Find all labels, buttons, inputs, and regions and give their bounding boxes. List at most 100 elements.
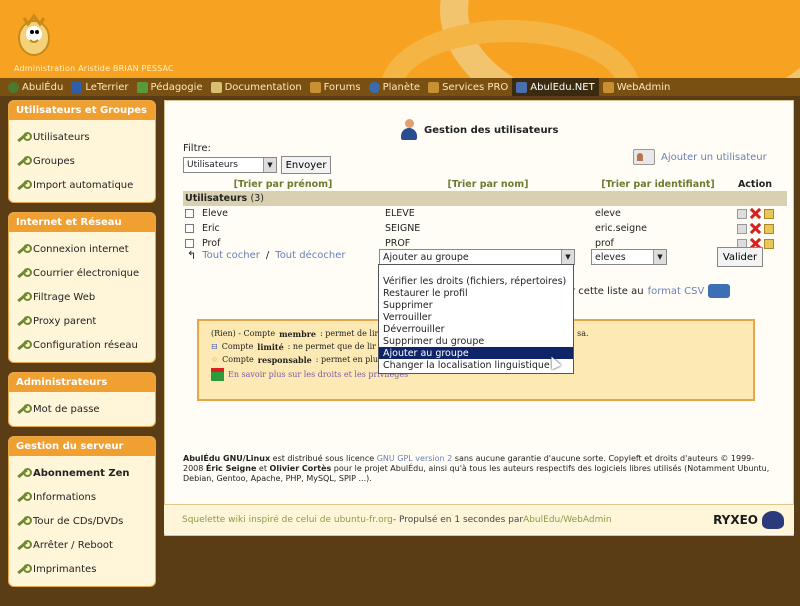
sidebar-section-network: Internet et Réseau Connexion internet Co… (8, 212, 156, 363)
action-header: Action (737, 179, 773, 190)
nav-item-forums[interactable]: Forums (306, 78, 365, 96)
action-select[interactable]: Ajouter au groupe ▼ (379, 249, 575, 265)
sidebar: Utilisateurs et Groupes Utilisateurs Gro… (8, 100, 156, 596)
tools-icon (309, 81, 321, 93)
sidebar-item-abonnement[interactable]: Abonnement Zen (17, 461, 151, 485)
wrench-icon (17, 403, 32, 415)
dropdown-option[interactable]: Déverrouiller (379, 323, 573, 335)
sidebar-item-filtrage[interactable]: Filtrage Web (17, 285, 151, 309)
wrench-icon (17, 315, 32, 327)
nav-item-documentation[interactable]: Documentation (207, 78, 306, 96)
wrench-icon (17, 267, 32, 279)
dropdown-option-selected[interactable]: Ajouter au groupe (379, 347, 573, 359)
gift-icon (211, 367, 224, 381)
validate-button[interactable]: Valider (717, 247, 763, 267)
ryxeo-logo[interactable]: RYXEO (713, 511, 784, 529)
sidebar-item-utilisateurs[interactable]: Utilisateurs (17, 125, 151, 149)
row-checkbox[interactable] (185, 239, 194, 248)
ubuntu-fr-link[interactable]: Squelette wiki inspiré de celui de ubunt… (182, 515, 393, 525)
wrench-icon (17, 339, 32, 351)
sidebar-section-users: Utilisateurs et Groupes Utilisateurs Gro… (8, 100, 156, 203)
sidebar-item-courrier[interactable]: Courrier électronique (17, 261, 151, 285)
page-title: Gestion des utilisateurs (400, 119, 558, 141)
nav-item-abuledu[interactable]: AbulÉdu (4, 78, 67, 96)
csv-export: r cette liste au format CSV (571, 284, 731, 298)
chevron-down-icon: ▼ (263, 158, 276, 172)
bulk-selection: ↰ Tout cocher / Tout décocher (187, 249, 345, 262)
row-checkbox[interactable] (185, 224, 194, 233)
row-checkbox[interactable] (185, 209, 194, 218)
sidebar-item-arreter[interactable]: Arrêter / Reboot (17, 533, 151, 557)
edit-icon[interactable] (763, 208, 774, 219)
wrench-icon (17, 131, 32, 143)
dropdown-option[interactable]: Supprimer du groupe (379, 335, 573, 347)
section-title: Internet et Réseau (9, 213, 155, 232)
sort-by-lastname[interactable]: [Trier par nom] (383, 178, 593, 191)
section-title: Gestion du serveur (9, 437, 155, 456)
table-row: Eric SEIGNE eric.seigne (183, 221, 787, 236)
terrier-icon (71, 81, 83, 93)
export-csv-icon[interactable] (708, 284, 731, 298)
sidebar-item-mot-de-passe[interactable]: Mot de passe (17, 397, 151, 421)
view-icon[interactable] (736, 208, 747, 219)
dropdown-option[interactable]: Vérifier les droits (fichiers, répertoir… (379, 275, 573, 287)
nav-item-services-pro[interactable]: Services PRO (424, 78, 512, 96)
sidebar-item-import[interactable]: Import automatique (17, 173, 151, 197)
check-all-link[interactable]: Tout cocher (202, 250, 260, 261)
gpl-link[interactable]: GNU GPL version 2 (377, 454, 453, 463)
users-table: [Trier par prénom] [Trier par nom] [Trie… (183, 178, 787, 251)
dropdown-option[interactable]: Verrouiller (379, 311, 573, 323)
send-button[interactable]: Envoyer (281, 156, 331, 174)
sidebar-item-imprimantes[interactable]: Imprimantes (17, 557, 151, 581)
table-row: Eleve ELEVE eleve (183, 206, 787, 221)
action-dropdown-list: Vérifier les droits (fichiers, répertoir… (378, 264, 574, 374)
top-nav: AbulÉdu LeTerrier Pédagogie Documentatio… (0, 78, 800, 96)
wrench-icon (17, 467, 32, 479)
filter-select[interactable]: Utilisateurs ▼ (183, 157, 277, 173)
group-target-select[interactable]: eleves ▼ (591, 249, 667, 265)
delete-icon[interactable] (750, 208, 761, 219)
nav-item-pedagogie[interactable]: Pédagogie (133, 78, 207, 96)
add-user-link[interactable]: Ajouter un utilisateur (633, 149, 767, 165)
edit-icon[interactable] (763, 238, 774, 249)
grid-icon (136, 81, 148, 93)
sidebar-item-proxy[interactable]: Proxy parent (17, 309, 151, 333)
abuledu-icon (8, 81, 19, 93)
user-icon (400, 119, 418, 141)
wrench-icon (17, 155, 32, 167)
nav-item-leterrier[interactable]: LeTerrier (67, 78, 132, 96)
section-title: Administrateurs (9, 373, 155, 392)
nav-item-abuledu-net[interactable]: AbulEdu.NET (512, 78, 599, 96)
webadmin-link[interactable]: AbulEdu/WebAdmin (523, 515, 612, 525)
sidebar-item-informations[interactable]: Informations (17, 485, 151, 509)
planet-icon (368, 81, 380, 93)
filter-label: Filtre: (183, 143, 211, 154)
sort-by-login[interactable]: [Trier par identifiant] (593, 178, 723, 191)
sidebar-item-connexion[interactable]: Connexion internet (17, 237, 151, 261)
wrench-icon (17, 291, 32, 303)
edit-icon[interactable] (763, 223, 774, 234)
csv-link[interactable]: format CSV (648, 286, 705, 297)
wrench-icon (17, 539, 32, 551)
header-banner: Administration Aristide BRIAN PESSAC (0, 0, 800, 78)
sidebar-item-config-reseau[interactable]: Configuration réseau (17, 333, 151, 357)
group-row: Utilisateurs (3) (183, 191, 787, 206)
nav-item-planete[interactable]: Planète (365, 78, 425, 96)
view-icon[interactable] (736, 223, 747, 234)
dropdown-option[interactable]: Restaurer le profil (379, 287, 573, 299)
sidebar-item-groupes[interactable]: Groupes (17, 149, 151, 173)
dropdown-option[interactable]: Supprimer (379, 299, 573, 311)
uncheck-all-link[interactable]: Tout décocher (275, 250, 345, 261)
sort-by-firstname[interactable]: [Trier par prénom] (183, 178, 383, 191)
section-title: Utilisateurs et Groupes (9, 101, 155, 120)
abuledu-logo-icon[interactable] (14, 10, 54, 58)
tools-icon (428, 81, 440, 93)
corner-arrow-icon: ↰ (187, 249, 197, 262)
sidebar-item-tour-cd[interactable]: Tour de CDs/DVDs (17, 509, 151, 533)
delete-icon[interactable] (750, 223, 761, 234)
nav-item-webadmin[interactable]: WebAdmin (599, 78, 675, 96)
chevron-down-icon: ▼ (653, 250, 666, 264)
minus-icon: ⊟ (211, 342, 218, 351)
dropdown-option[interactable]: Changer la localisation linguistique (379, 359, 573, 371)
wrench-icon (17, 179, 32, 191)
